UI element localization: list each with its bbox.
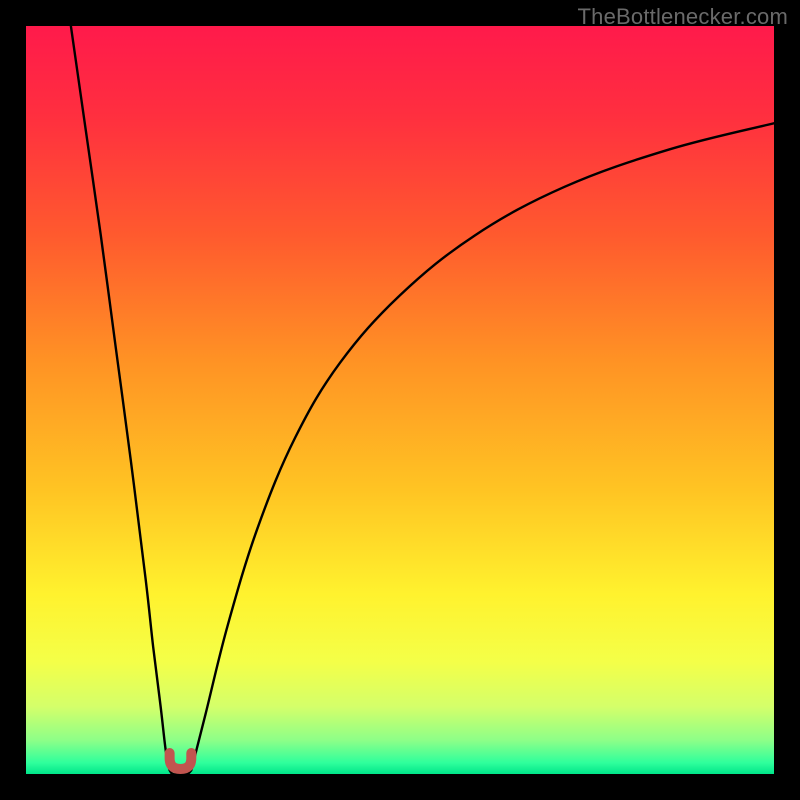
bottleneck-chart [26, 26, 774, 774]
gradient-background [26, 26, 774, 774]
chart-frame [26, 26, 774, 774]
watermark-label: TheBottlenecker.com [578, 4, 788, 30]
